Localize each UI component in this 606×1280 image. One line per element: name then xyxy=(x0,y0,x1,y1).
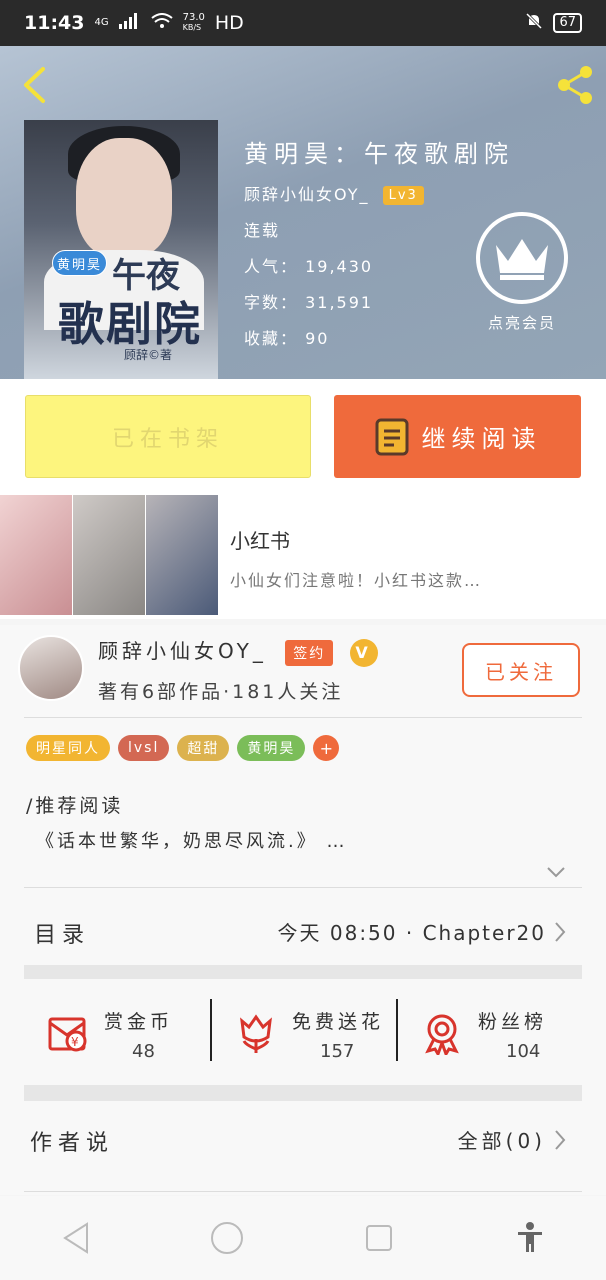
favorites-value: 90 xyxy=(305,329,330,348)
svg-text:¥: ¥ xyxy=(71,1035,79,1049)
back-button[interactable] xyxy=(14,62,54,108)
chevron-down-icon xyxy=(547,867,565,878)
medal-icon xyxy=(425,1014,459,1058)
ad-image-1 xyxy=(0,495,72,615)
latest-chapter: 今天 08:50 · Chapter20 xyxy=(277,921,546,945)
nav-back-button[interactable] xyxy=(46,1208,106,1268)
signal-icon xyxy=(118,12,141,34)
flower-label: 免费送花 xyxy=(292,1011,385,1033)
net-speed: 73.0 xyxy=(182,12,205,23)
cover-author: 顾辞©著 xyxy=(124,348,173,362)
book-author[interactable]: 顾辞小仙女OY_ xyxy=(244,185,370,204)
words-value: 31,591 xyxy=(305,293,374,312)
ad-description: 小仙女们注意啦！小红书这款… xyxy=(230,571,483,590)
tag-item[interactable]: lvsl xyxy=(118,735,170,761)
author-name[interactable]: 顾辞小仙女OY_ xyxy=(98,639,267,663)
recommend-text[interactable]: 《话本世繁华，奶思尽风流.》 … xyxy=(36,827,347,853)
continue-reading-button[interactable]: 继续阅读 xyxy=(334,395,581,478)
author-says-label: 作者说 xyxy=(30,1131,115,1156)
accessibility-icon xyxy=(518,1222,543,1252)
battery-indicator: 67 xyxy=(553,13,582,33)
words-label: 字数： xyxy=(244,293,299,312)
fan-rank-value: 104 xyxy=(506,1041,541,1062)
divider xyxy=(24,887,582,888)
square-recents-icon xyxy=(365,1225,392,1251)
popularity-label: 人气： xyxy=(244,257,299,276)
flower-value: 157 xyxy=(320,1041,355,1062)
ad-image-3 xyxy=(146,495,218,615)
hd-indicator: HD xyxy=(214,12,244,34)
fan-rank-label: 粉丝榜 xyxy=(478,1011,548,1033)
status-bar: 11:43 4G 73.0 KB/S HD 67 xyxy=(0,0,606,46)
gold-coin-icon: ¥ xyxy=(48,1017,87,1052)
flower-stat[interactable]: 免费送花 157 xyxy=(212,985,398,1085)
back-arrow-icon xyxy=(24,67,45,103)
author-section: 顾辞小仙女OY_ 签约 V 著有6部作品·181人关注 已关注 明星同人 lvs… xyxy=(0,625,606,1195)
toc-row[interactable]: 目录 今天 08:50 · Chapter20 xyxy=(24,899,582,961)
book-title: 黄明昊：午夜歌剧院 xyxy=(244,140,514,168)
signed-badge: 签约 xyxy=(285,639,334,666)
author-says-row[interactable]: 作者说 全部(0) xyxy=(24,1105,582,1191)
popularity-value: 19,430 xyxy=(305,257,374,276)
followed-button[interactable]: 已关注 xyxy=(462,643,580,697)
tag-item[interactable]: 明星同人 xyxy=(26,735,110,761)
gold-coin-value: 48 xyxy=(132,1041,155,1062)
add-tag-button[interactable]: + xyxy=(313,735,340,761)
action-row: 已在书架 继续阅读 xyxy=(0,379,606,495)
expand-button[interactable] xyxy=(546,863,566,882)
mute-icon xyxy=(525,12,543,35)
gold-coin-stat[interactable]: ¥ 赏金币 48 xyxy=(24,985,210,1085)
toc-label: 目录 xyxy=(34,923,91,948)
verified-badge: V xyxy=(349,638,378,667)
divider xyxy=(24,717,582,718)
book-icon xyxy=(375,418,408,455)
nav-recents-button[interactable] xyxy=(349,1208,409,1268)
chevron-right-icon xyxy=(555,922,566,942)
book-cover[interactable]: 黄明昊 午夜 歌剧院 顾辞©著 xyxy=(24,120,218,379)
network-type: 4G xyxy=(94,17,109,28)
triangle-back-icon xyxy=(62,1222,88,1254)
chevron-right-icon xyxy=(555,1130,566,1150)
on-shelf-button[interactable]: 已在书架 xyxy=(25,395,311,478)
divider xyxy=(24,1191,582,1192)
book-header: 黄明昊 午夜 歌剧院 顾辞©著 黄明昊：午夜歌剧院 顾辞小仙女OY_ Lv3 连… xyxy=(0,46,606,379)
flower-icon xyxy=(240,1014,272,1053)
gold-coin-label: 赏金币 xyxy=(104,1011,174,1033)
crown-icon xyxy=(496,239,548,280)
circle-home-icon xyxy=(211,1222,244,1254)
vip-label: 点亮会员 xyxy=(487,314,556,332)
author-avatar[interactable] xyxy=(18,635,84,701)
ad-image-2 xyxy=(73,495,145,615)
cover-title-bottom: 歌剧院 xyxy=(58,297,202,351)
ad-banner[interactable]: 小红书 小仙女们注意啦！小红书这款… ✕ xyxy=(0,495,606,1023)
section-separator xyxy=(24,965,582,979)
tag-list: 明星同人 lvsl 超甜 黄明昊 + xyxy=(26,735,340,761)
share-button[interactable] xyxy=(552,62,598,108)
system-nav-bar xyxy=(0,1196,606,1280)
support-stats: ¥ 赏金币 48 免费送花 157 粉丝榜 104 xyxy=(24,985,582,1085)
tag-item[interactable]: 黄明昊 xyxy=(237,735,306,761)
fan-rank-stat[interactable]: 粉丝榜 104 xyxy=(398,985,584,1085)
wifi-icon xyxy=(150,12,173,34)
status-time: 11:43 xyxy=(24,12,85,34)
section-separator xyxy=(24,1085,582,1101)
continue-reading-label: 继续阅读 xyxy=(421,425,542,453)
recommend-label: /推荐阅读 xyxy=(26,795,124,817)
vip-button[interactable]: 点亮会员 xyxy=(472,212,572,352)
ad-title: 小红书 xyxy=(230,529,290,553)
tag-item[interactable]: 超甜 xyxy=(177,735,230,761)
share-icon xyxy=(558,66,592,104)
net-speed-unit: KB/S xyxy=(182,23,202,32)
cover-tag: 黄明昊 xyxy=(52,250,108,276)
favorites-label: 收藏： xyxy=(244,329,299,348)
author-stats: 著有6部作品·181人关注 xyxy=(98,681,344,703)
author-says-all: 全部(0) xyxy=(457,1129,546,1153)
level-badge: Lv3 xyxy=(382,186,424,205)
accessibility-button[interactable] xyxy=(500,1208,560,1268)
nav-home-button[interactable] xyxy=(197,1208,257,1268)
